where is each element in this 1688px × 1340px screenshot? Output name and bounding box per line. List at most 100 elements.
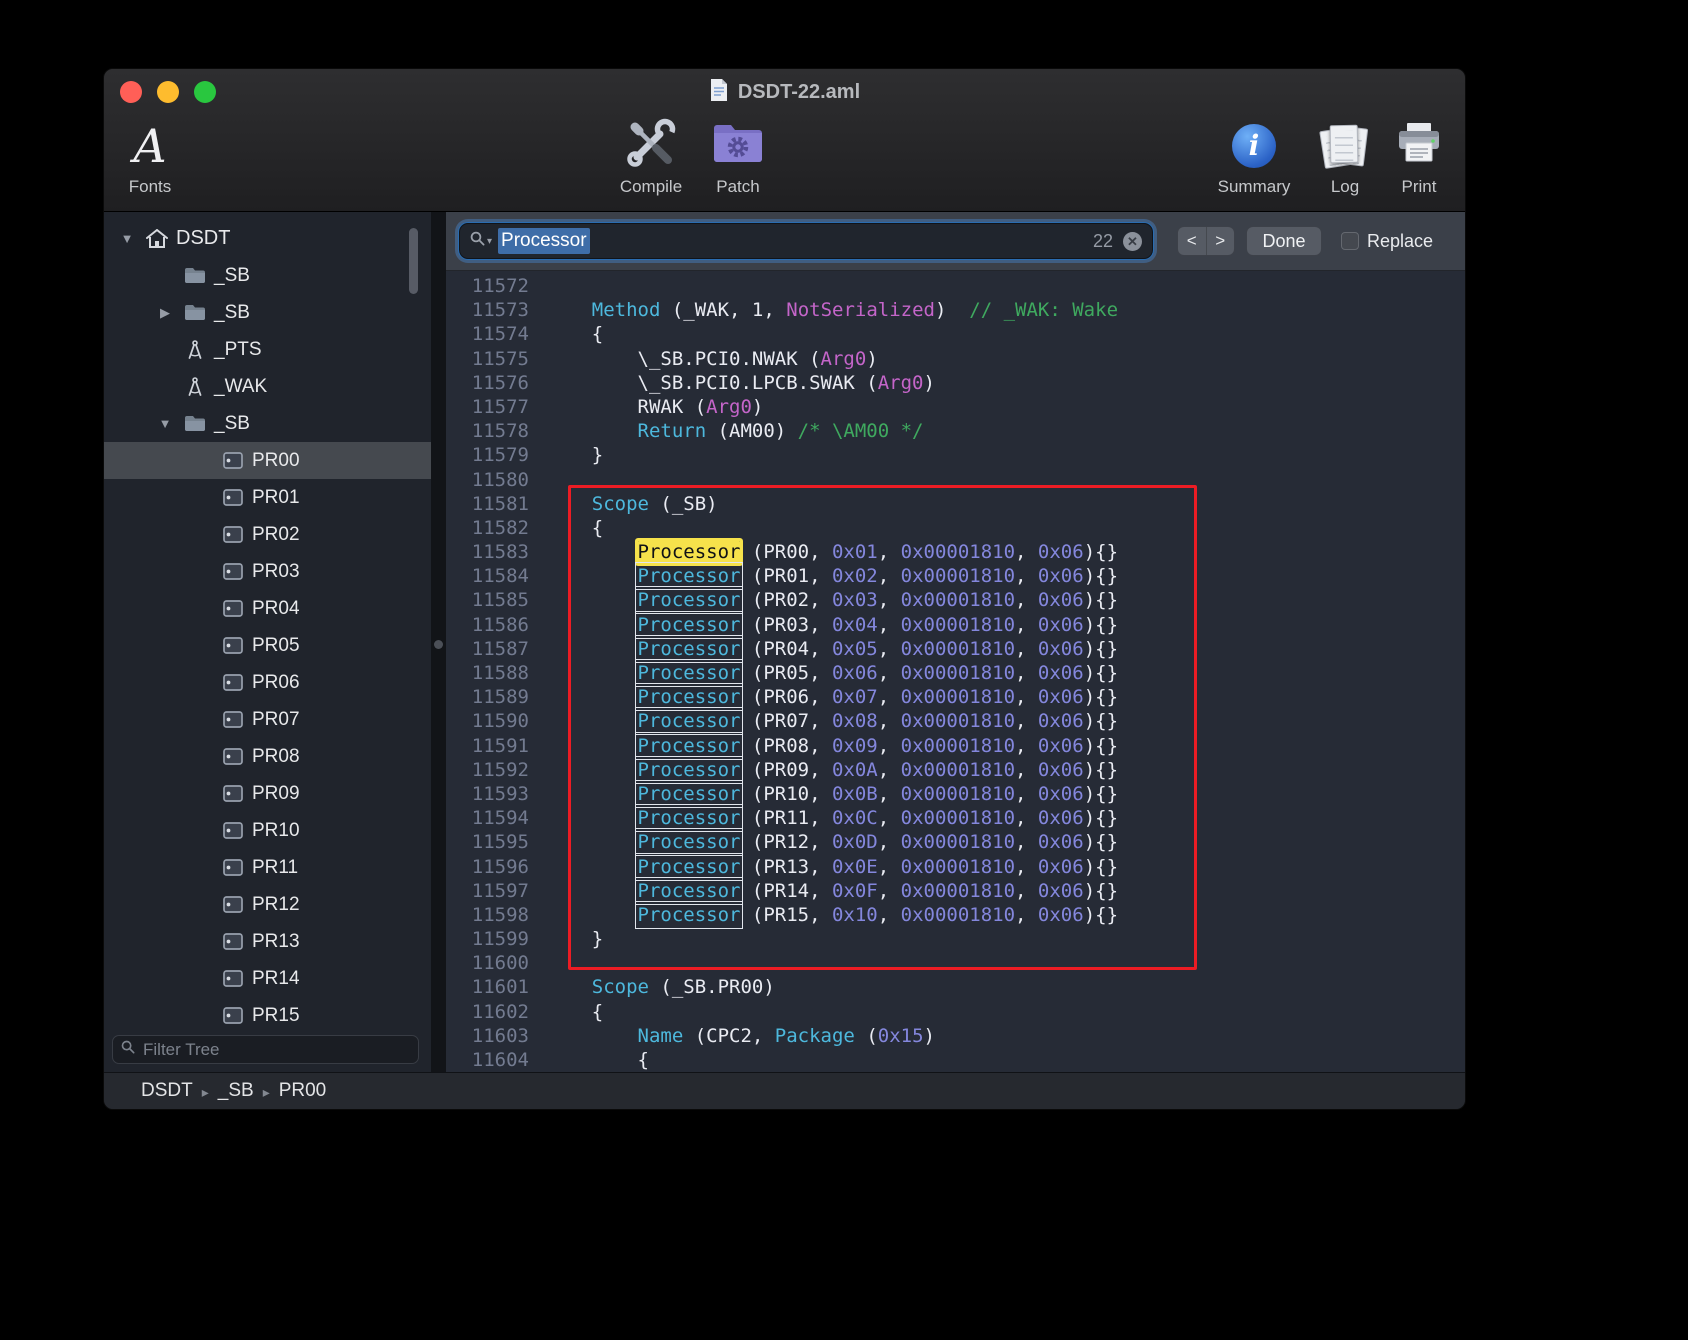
filter-tree-input[interactable] (141, 1039, 410, 1061)
disclosure-down-icon[interactable]: ▼ (112, 231, 142, 246)
processor-icon (218, 822, 248, 839)
code-line: 11574 { (446, 322, 1465, 346)
processor-icon (218, 859, 248, 876)
code-line: 11577 RWAK (Arg0) (446, 395, 1465, 419)
titlebar: DSDT-22.aml (104, 69, 1465, 115)
line-number: 11598 (446, 903, 529, 927)
breadcrumb-item[interactable]: DSDT (141, 1080, 193, 1102)
line-number: 11593 (446, 782, 529, 806)
code-line: 11572 (446, 274, 1465, 298)
code-line: 11589 Processor (PR06, 0x07, 0x00001810,… (446, 685, 1465, 709)
code-line: 11582 { (446, 516, 1465, 540)
sidebar-item-sb[interactable]: _SB (104, 257, 431, 294)
line-number: 11590 (446, 709, 529, 733)
line-number: 11581 (446, 492, 529, 516)
house-icon (142, 229, 172, 249)
replace-checkbox[interactable] (1341, 232, 1359, 250)
sidebar-item-pr11[interactable]: PR11 (104, 849, 431, 886)
sidebar-item-pr14[interactable]: PR14 (104, 960, 431, 997)
breadcrumb-item[interactable]: PR00 (279, 1080, 327, 1102)
breadcrumb-separator-icon: ▸ (263, 1082, 270, 1101)
find-match: Processor (638, 759, 741, 781)
sidebar-item-pr08[interactable]: PR08 (104, 738, 431, 775)
compile-button[interactable]: Compile (604, 117, 698, 197)
compile-tools-icon (623, 117, 679, 176)
code-line: 11601 Scope (_SB.PR00) (446, 975, 1465, 999)
sidebar-item-pr02[interactable]: PR02 (104, 516, 431, 553)
sidebar-scrollbar-thumb[interactable] (409, 228, 418, 294)
pane-splitter[interactable] (431, 212, 446, 1072)
processor-icon (218, 637, 248, 654)
sidebar-item-pr04[interactable]: PR04 (104, 590, 431, 627)
summary-button[interactable]: i Summary (1212, 117, 1296, 197)
line-number: 11588 (446, 661, 529, 685)
code-line: 11586 Processor (PR03, 0x04, 0x00001810,… (446, 613, 1465, 637)
find-match: Processor (638, 565, 741, 587)
line-number: 11599 (446, 927, 529, 951)
code-line: 11584 Processor (PR01, 0x02, 0x00001810,… (446, 564, 1465, 588)
line-number: 11596 (446, 855, 529, 879)
tree-item-label: PR14 (252, 968, 300, 990)
log-button[interactable]: Log (1315, 117, 1375, 197)
find-input[interactable]: ▾ Processor 22 ✕ (459, 223, 1153, 259)
find-match: Processor (638, 856, 741, 878)
summary-info-icon: i (1232, 124, 1276, 168)
tree-item-label: _SB (214, 302, 250, 324)
code-line: 11585 Processor (PR02, 0x03, 0x00001810,… (446, 588, 1465, 612)
compile-label: Compile (604, 177, 698, 197)
editor-pane: ▾ Processor 22 ✕ < > Done Replace (446, 212, 1465, 1072)
chevron-down-icon[interactable]: ▾ (487, 236, 492, 247)
sidebar-item-pr12[interactable]: PR12 (104, 886, 431, 923)
sidebar-item-sb[interactable]: ▶ _SB (104, 294, 431, 331)
sidebar-item-pr00[interactable]: PR00 (104, 442, 431, 479)
patch-button[interactable]: Patch (701, 117, 775, 197)
line-number: 11580 (446, 468, 529, 492)
line-number: 11602 (446, 1000, 529, 1024)
app-window: DSDT-22.aml A Fonts (103, 68, 1466, 1110)
disclosure-right-icon[interactable]: ▶ (150, 305, 180, 321)
sidebar-item-pr10[interactable]: PR10 (104, 812, 431, 849)
sidebar-item-pts[interactable]: _PTS (104, 331, 431, 368)
print-button[interactable]: Print (1386, 117, 1452, 197)
done-button[interactable]: Done (1246, 226, 1322, 256)
line-number: 11601 (446, 975, 529, 999)
find-previous-button[interactable]: < (1178, 227, 1207, 255)
line-number: 11603 (446, 1024, 529, 1048)
splitter-handle-icon (434, 640, 443, 649)
processor-icon (218, 933, 248, 950)
tree-item-label: PR09 (252, 783, 300, 805)
sidebar-item-wak[interactable]: _WAK (104, 368, 431, 405)
sidebar-item-sb[interactable]: ▼_SB (104, 405, 431, 442)
breadcrumb-item[interactable]: _SB (218, 1080, 254, 1102)
sidebar-item-pr09[interactable]: PR09 (104, 775, 431, 812)
code-lines: 1157211573 Method (_WAK, 1, NotSerialize… (446, 274, 1465, 1072)
code-line: 11593 Processor (PR10, 0x0B, 0x00001810,… (446, 782, 1465, 806)
line-number: 11575 (446, 347, 529, 371)
line-number: 11587 (446, 637, 529, 661)
sidebar-item-dsdt[interactable]: ▼DSDT (104, 220, 431, 257)
sidebar-item-pr01[interactable]: PR01 (104, 479, 431, 516)
sidebar-item-pr03[interactable]: PR03 (104, 553, 431, 590)
code-line: 11581 Scope (_SB) (446, 492, 1465, 516)
processor-icon (218, 711, 248, 728)
tree-item-label: PR02 (252, 524, 300, 546)
sidebar-item-pr05[interactable]: PR05 (104, 627, 431, 664)
code-line: 11602 { (446, 1000, 1465, 1024)
sidebar-item-pr06[interactable]: PR06 (104, 664, 431, 701)
window-header: DSDT-22.aml A Fonts (104, 69, 1465, 212)
log-label: Log (1315, 177, 1375, 197)
tree-item-label: _SB (214, 265, 250, 287)
sidebar-item-pr07[interactable]: PR07 (104, 701, 431, 738)
code-line: 11587 Processor (PR04, 0x05, 0x00001810,… (446, 637, 1465, 661)
fonts-button[interactable]: A Fonts (114, 117, 186, 197)
code-editor[interactable]: 1157211573 Method (_WAK, 1, NotSerialize… (446, 271, 1465, 1072)
sidebar-item-pr13[interactable]: PR13 (104, 923, 431, 960)
clear-search-icon[interactable]: ✕ (1123, 232, 1142, 251)
sidebar-item-pr15[interactable]: PR15 (104, 997, 431, 1034)
summary-label: Summary (1212, 177, 1296, 197)
find-bar: ▾ Processor 22 ✕ < > Done Replace (446, 212, 1465, 271)
search-icon (470, 231, 485, 251)
find-next-button[interactable]: > (1207, 227, 1235, 255)
disclosure-down-icon[interactable]: ▼ (150, 416, 180, 431)
find-match: Processor (638, 735, 741, 757)
